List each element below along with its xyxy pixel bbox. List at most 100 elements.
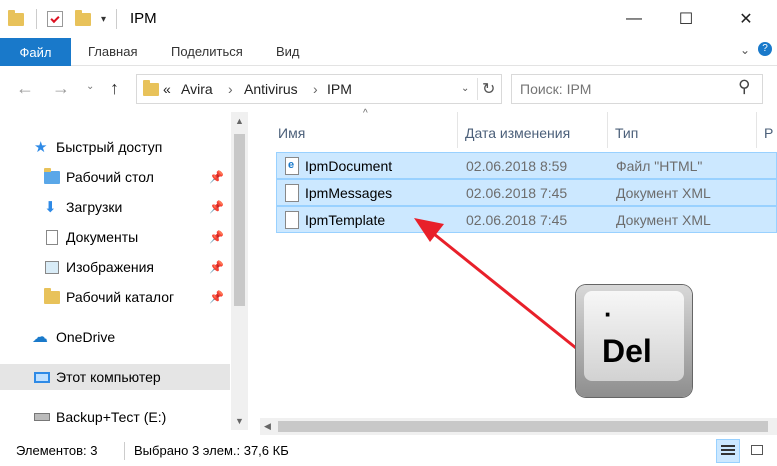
nav-label: Документы [66,229,139,245]
toolbar-divider [116,9,118,29]
nav-label: OneDrive [56,329,116,345]
large-icons-view-icon[interactable] [746,439,770,463]
red-arrow-annotation [414,218,577,350]
breadcrumb-antivirus[interactable]: Antivirus [244,81,298,97]
table-row[interactable]: IpmMessages 02.06.2018 7:45 Документ XML [276,179,777,206]
status-bar: Элементов: 3 Выбрано 3 элем.: 37,6 КБ [0,436,777,466]
help-icon[interactable]: ? [758,42,772,56]
nav-item-downloads[interactable]: ⬇ Загрузки 📌 [0,194,230,220]
selection-info: Выбрано 3 элем.: 37,6 КБ [134,443,289,458]
key-dot: · [604,299,613,329]
column-divider[interactable] [756,112,757,148]
details-view-icon[interactable] [716,439,740,463]
nav-item-pictures[interactable]: Изображения 📌 [0,254,230,280]
pin-icon[interactable]: 📌 [209,290,224,304]
xml-file-icon [285,211,299,229]
item-count: Элементов: 3 [16,443,98,458]
pin-icon[interactable]: 📌 [209,260,224,274]
tab-view[interactable]: Вид [276,44,300,59]
search-input[interactable] [520,80,730,98]
scroll-left-icon[interactable]: ◀ [264,421,271,432]
nav-quick-access[interactable]: ★ Быстрый доступ [0,134,230,160]
close-button[interactable]: ✕ [723,0,769,38]
address-dropdown-icon[interactable]: ⌄ [461,83,469,94]
pin-icon[interactable]: 📌 [209,200,224,214]
pin-icon[interactable]: 📌 [209,170,224,184]
file-type: Документ XML [616,185,711,201]
nav-item-desktop[interactable]: Рабочий стол 📌 [0,164,230,190]
nav-label: Рабочий каталог [66,289,175,305]
breadcrumb-ipm[interactable]: IPM [327,81,352,97]
key-cap: · Del [584,291,684,381]
nav-this-pc[interactable]: Этот компьютер [0,364,230,390]
nav-label: Изображения [66,259,154,275]
column-divider[interactable] [607,112,608,148]
table-row[interactable]: e IpmDocument 02.06.2018 8:59 Файл "HTML… [276,152,777,179]
properties-icon[interactable] [47,11,63,27]
file-name: IpmDocument [305,158,393,174]
drive-icon [34,413,50,421]
documents-icon [46,229,58,245]
nav-label: Быстрый доступ [56,139,163,155]
pictures-icon [45,260,59,274]
cloud-icon: ☁ [32,329,48,346]
folder-icon [8,9,24,26]
nav-item-work-folder[interactable]: Рабочий каталог 📌 [0,284,230,310]
nav-scrollbar[interactable]: ▲ ▼ [231,112,248,430]
breadcrumb-separator[interactable]: › [313,81,318,97]
file-type: Документ XML [616,212,711,228]
expand-ribbon-icon[interactable]: ⌄ [740,43,750,57]
search-icon[interactable]: ⚲ [738,77,750,97]
breadcrumb-separator[interactable]: › [228,81,233,97]
nav-label: Этот компьютер [56,369,161,385]
folder-icon [143,80,159,96]
address-divider [477,78,478,100]
customize-toolbar-icon[interactable]: ▾ [101,14,106,25]
recent-locations-icon[interactable]: ⌄ [86,81,94,92]
scroll-thumb[interactable] [278,421,768,432]
file-date: 02.06.2018 8:59 [466,158,568,174]
nav-label: Загрузки [66,199,123,215]
nav-drive-e[interactable]: Backup+Тест (E:) [0,404,230,430]
navigation-pane: ★ Быстрый доступ Рабочий стол 📌 ⬇ Загруз… [0,112,248,430]
title-bar: ▾ IPM — ☐ ✕ [0,0,777,38]
maximize-button[interactable]: ☐ [663,0,709,38]
tab-share[interactable]: Поделиться [171,44,243,59]
file-type: Файл "HTML" [616,158,703,174]
column-header-date[interactable]: Дата изменения [465,118,570,148]
navigation-bar: ← → ⌄ ↑ « Avira › Antivirus › IPM ⌄ ↻ ⚲ [0,66,777,112]
scroll-thumb[interactable] [234,134,245,306]
sort-ascending-icon: ^ [363,108,368,119]
breadcrumb-avira[interactable]: Avira [181,81,213,97]
delete-key-illustration: · Del [576,285,692,397]
breadcrumb-overflow[interactable]: « [163,81,171,97]
scroll-up-icon[interactable]: ▲ [235,116,244,126]
file-date: 02.06.2018 7:45 [466,185,568,201]
column-divider[interactable] [457,112,458,148]
horizontal-scrollbar[interactable]: ◀ [260,418,777,435]
tab-file[interactable]: Файл [0,38,71,66]
address-bar[interactable]: « Avira › Antivirus › IPM ⌄ ↻ [136,74,502,104]
refresh-icon[interactable]: ↻ [482,79,495,99]
status-divider [124,442,125,460]
nav-label: Рабочий стол [66,169,154,185]
column-header-type[interactable]: Тип [615,118,638,148]
up-arrow-icon[interactable]: ↑ [110,78,119,99]
ribbon-tabs: Файл Главная Поделиться Вид ⌄ ? [0,38,777,66]
forward-arrow-icon[interactable]: → [52,78,70,99]
new-folder-icon[interactable] [75,9,91,26]
column-header-size[interactable]: Р [764,118,773,148]
star-icon: ★ [34,139,48,156]
column-header-name[interactable]: Имя [278,118,305,148]
nav-item-documents[interactable]: Документы 📌 [0,224,230,250]
computer-icon [34,371,50,383]
key-label: Del [602,333,652,369]
back-arrow-icon[interactable]: ← [16,78,34,99]
window-title: IPM [130,10,157,27]
pin-icon[interactable]: 📌 [209,230,224,244]
scroll-down-icon[interactable]: ▼ [235,416,244,426]
minimize-button[interactable]: — [611,0,657,38]
nav-onedrive[interactable]: ☁ OneDrive [0,324,230,350]
search-box[interactable]: ⚲ [511,74,763,104]
tab-home[interactable]: Главная [88,44,137,59]
